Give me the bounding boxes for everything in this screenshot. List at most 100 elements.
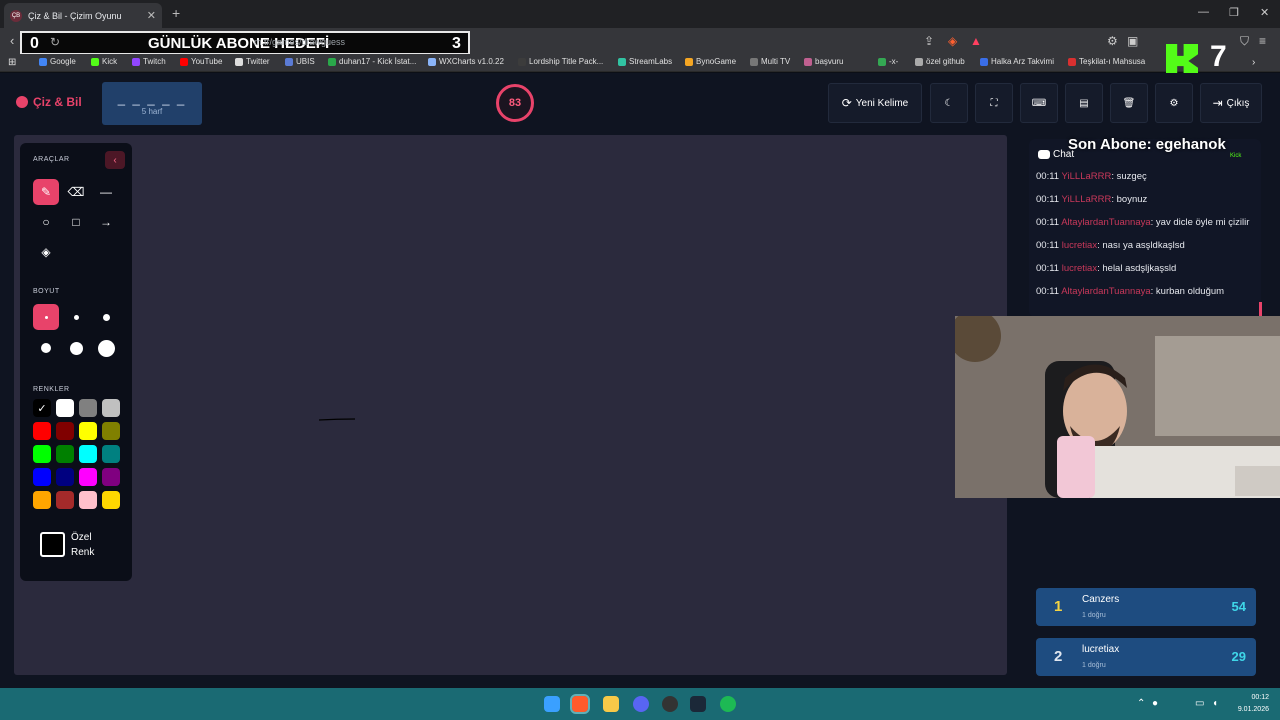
spotify-icon[interactable] [720,696,736,712]
close-tab-icon[interactable]: ✕ [147,9,156,22]
arrow-tool[interactable]: → [93,209,119,235]
color-swatch[interactable] [56,491,74,509]
color-swatch[interactable] [33,491,51,509]
close-window-icon[interactable]: ✕ [1260,6,1269,19]
address-bar[interactable]: m.tr/games/drawguess [254,37,345,47]
bookmark[interactable]: UBIS [285,57,315,66]
start-icon[interactable] [544,696,560,712]
color-swatch[interactable] [102,445,120,463]
bookmark[interactable]: YouTube [180,57,222,66]
color-swatch[interactable] [79,445,97,463]
size-option-2[interactable] [63,304,89,330]
color-swatch[interactable] [102,399,120,417]
tray-expand-icon[interactable]: ⌃ [1137,698,1145,709]
bookmark[interactable]: duhan17 - Kick İstat... [328,57,416,66]
fill-tool[interactable]: ◈ [33,239,59,265]
color-swatch[interactable] [56,468,74,486]
leaderboard-row: 1 Canzers 1 doğru 54 [1036,588,1256,626]
browser-tab[interactable]: ÇB Çiz & Bil - Çizim Oyunu ✕ [4,3,162,28]
color-swatch[interactable] [102,422,120,440]
size-option-1[interactable] [33,304,59,330]
bookmark[interactable]: Twitter [235,57,270,66]
bookmark[interactable]: Multi TV [750,57,790,66]
obs-icon[interactable] [662,696,678,712]
maximize-icon[interactable]: ❐ [1229,6,1239,19]
size-option-4[interactable] [33,335,59,361]
logout-button[interactable]: ⇥ Çıkış [1200,83,1262,123]
archive-button[interactable]: ▤ [1065,83,1103,123]
new-tab-icon[interactable]: + [172,5,180,21]
bookmark[interactable]: Google [39,57,76,66]
chat-message: 00:11 AltaylardanTuannaya: yav dicle öyl… [1036,217,1250,228]
reload-icon[interactable]: ↻ [50,35,60,49]
bookmark[interactable]: StreamLabs [618,57,672,66]
color-swatch[interactable] [79,399,97,417]
size-option-5[interactable] [63,335,89,361]
bookmark[interactable]: -x- [878,57,898,66]
dark-mode-button[interactable]: ☾ [930,83,968,123]
bookmark[interactable]: BynoGame [685,57,736,66]
color-swatch[interactable] [33,445,51,463]
tray-app-icon[interactable]: ● [1152,698,1158,709]
collapse-panel-button[interactable]: ‹ [105,151,125,169]
color-swatch[interactable] [79,422,97,440]
bookmark[interactable]: özel github [915,57,965,66]
delete-button[interactable]: 🗑 [1110,83,1148,123]
brave-rewards-icon[interactable]: ▲ [970,34,982,48]
bookmark[interactable]: başvuru [804,57,843,66]
apps-icon[interactable]: ⊞ [8,57,16,68]
drawn-stroke [319,418,355,421]
color-swatch[interactable] [102,468,120,486]
drawing-canvas[interactable]: ↶ ↷ 🗑 [14,135,1007,720]
rank: 1 [1054,598,1063,615]
vpn-icon[interactable]: ⛉ [1240,34,1249,49]
menu-icon[interactable]: ≡ [1259,34,1266,48]
color-swatch[interactable] [56,422,74,440]
bookmark[interactable]: Twitch [132,57,166,66]
settings-button[interactable]: ⚙ [1155,83,1193,123]
steam-icon[interactable] [690,696,706,712]
rectangle-tool[interactable]: □ [63,209,89,235]
minimize-icon[interactable]: — [1198,6,1209,18]
bookmarks-bar: ⊞ Google Kick Twitch YouTube Twitter UBI… [0,54,1280,72]
eraser-tool[interactable]: ⌫ [63,179,89,205]
bookmark[interactable]: Lordship Title Pack... [518,57,603,66]
word-blanks: _ _ _ _ _ [117,91,187,106]
volume-icon[interactable]: ◖ [1212,698,1218,709]
leaderboard-row: 2 lucretiax 1 doğru 29 [1036,638,1256,676]
new-word-button[interactable]: ⟳ Yeni Kelime [828,83,922,123]
size-option-6[interactable] [93,335,119,361]
file-explorer-icon[interactable] [603,696,619,712]
bookmark[interactable]: WXCharts v1.0.22 [428,57,504,66]
more-bookmarks-icon[interactable]: › [1252,57,1255,68]
taskbar-clock[interactable]: 00:12 9.01.2026 [1225,692,1269,716]
share-icon[interactable]: ⇪ [924,34,934,48]
circle-tool[interactable]: ○ [33,209,59,235]
custom-color-swatch[interactable] [40,532,65,557]
extensions-icon[interactable]: ⚙ [1107,34,1118,48]
back-icon[interactable]: ‹ [10,33,14,48]
brave-browser-icon[interactable] [570,694,590,714]
color-swatch[interactable] [102,491,120,509]
color-swatch[interactable]: ✓ [33,399,51,417]
brave-shield-icon[interactable]: ◈ [948,34,957,48]
webcam-image [955,316,1280,498]
size-option-3[interactable] [93,304,119,330]
color-swatch[interactable] [79,468,97,486]
bookmark[interactable]: Teşkilat-ı Mahsusa [1068,57,1145,66]
bookmark[interactable]: Halka Arz Takvimi [980,57,1054,66]
color-swatch[interactable] [56,399,74,417]
line-tool[interactable]: — [93,179,119,205]
fullscreen-button[interactable]: ⛶ [975,83,1013,123]
color-swatch[interactable] [33,422,51,440]
keyboard-button[interactable]: ⌨ [1020,83,1058,123]
color-swatch[interactable] [79,491,97,509]
chat-scrollbar[interactable] [1259,302,1262,316]
discord-icon[interactable] [633,696,649,712]
bookmark[interactable]: Kick [91,57,117,66]
brush-tool[interactable]: ✎ [33,179,59,205]
network-icon[interactable]: ▭ [1195,698,1204,709]
color-swatch[interactable] [33,468,51,486]
sidebar-icon[interactable]: ▣ [1127,34,1138,48]
color-swatch[interactable] [56,445,74,463]
